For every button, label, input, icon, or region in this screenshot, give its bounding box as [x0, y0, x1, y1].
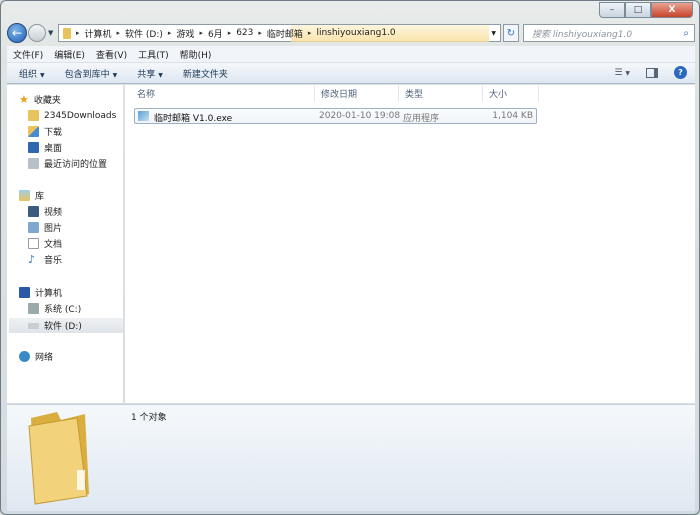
- star-icon: ★: [19, 93, 29, 106]
- file-name: 临时邮箱 V1.0.exe: [154, 114, 233, 124]
- column-name[interactable]: 名称: [131, 85, 315, 102]
- search-placeholder: 搜索 linshiyouxiang1.0: [532, 29, 633, 40]
- file-type: 应用程序: [403, 114, 440, 124]
- document-icon: [28, 238, 39, 249]
- drive-icon: [28, 322, 39, 329]
- breadcrumb-games[interactable]: 游戏: [176, 27, 194, 40]
- menu-help[interactable]: 帮助(H): [180, 48, 212, 61]
- item-count: 1 个对象: [131, 413, 167, 423]
- organize-button[interactable]: 组织 ▼: [19, 67, 45, 80]
- file-row[interactable]: 临时邮箱 V1.0.exe 2020-01-10 19:08 应用程序 1,10…: [134, 108, 537, 124]
- breadcrumb-temp-mail[interactable]: 临时邮箱: [267, 27, 303, 40]
- minimize-button[interactable]: –: [599, 2, 625, 18]
- breadcrumb-current[interactable]: linshiyouxiang1.0: [316, 28, 395, 38]
- search-input[interactable]: 搜索 linshiyouxiang1.0 ⌕: [523, 24, 695, 42]
- folder-icon: [28, 412, 89, 505]
- folder-icon: [28, 110, 39, 121]
- address-bar[interactable]: ▸ 计算机 ▸ 软件 (D:) ▸ 游戏 ▸ 6月 ▸ 623 ▸ 临时邮箱 ▸ linsh…: [58, 24, 501, 42]
- music-icon: ♪: [28, 253, 36, 266]
- breadcrumb-drive-d[interactable]: 软件 (D:): [125, 27, 163, 40]
- back-button[interactable]: ←: [7, 23, 27, 43]
- computer-icon: [19, 287, 30, 298]
- nav-downloads[interactable]: 下载: [28, 124, 62, 139]
- command-bar: 组织 ▼ 包含到库中 ▼ 共享 ▼ 新建文件夹 ☰ ▼ ?: [7, 63, 695, 84]
- nav-favorites[interactable]: ★ 收藏夹: [19, 92, 61, 107]
- forward-button[interactable]: [28, 24, 46, 42]
- preview-pane-icon[interactable]: [646, 67, 658, 78]
- file-size: 1,104 KB: [492, 111, 533, 121]
- video-icon: [28, 206, 39, 217]
- recent-pages-dropdown[interactable]: ▼: [48, 29, 53, 37]
- file-date: 2020-01-10 19:08: [319, 111, 401, 121]
- address-dropdown-icon[interactable]: ▼: [491, 30, 496, 37]
- nav-network[interactable]: 网络: [19, 349, 53, 364]
- menu-bar: 文件(F) 编辑(E) 查看(V) 工具(T) 帮助(H): [7, 46, 695, 63]
- refresh-button[interactable]: ↻: [503, 24, 519, 42]
- new-folder-button[interactable]: 新建文件夹: [183, 67, 228, 80]
- breadcrumb-june[interactable]: 6月: [208, 27, 223, 40]
- nav-computer[interactable]: 计算机: [19, 285, 62, 300]
- nav-recent-places[interactable]: 最近访问的位置: [28, 156, 107, 171]
- file-list: 名称 修改日期 类型 大小 临时邮箱 V1.0.exe 2020-01-10 1…: [125, 85, 695, 403]
- window-controls: – □ X: [599, 2, 693, 18]
- library-icon: [19, 190, 30, 201]
- nav-documents[interactable]: 文档: [28, 236, 62, 251]
- nav-videos[interactable]: 视频: [28, 204, 62, 219]
- nav-drive-c[interactable]: 系统 (C:): [28, 301, 81, 316]
- nav-libraries[interactable]: 库: [19, 188, 44, 203]
- recent-places-icon: [28, 158, 39, 169]
- navigation-pane: ★ 收藏夹 2345Downloads 下载 桌面 最近访问的位置 库 视频 图片…: [7, 85, 124, 403]
- menu-file[interactable]: 文件(F): [13, 48, 43, 61]
- search-icon[interactable]: ⌕: [683, 28, 689, 39]
- nav-2345downloads[interactable]: 2345Downloads: [28, 108, 116, 123]
- column-type[interactable]: 类型: [399, 85, 483, 102]
- close-button[interactable]: X: [651, 2, 693, 18]
- menu-view[interactable]: 查看(V): [96, 48, 127, 61]
- share-button[interactable]: 共享 ▼: [137, 67, 163, 80]
- nav-drive-d[interactable]: 软件 (D:): [28, 318, 82, 333]
- system-drive-icon: [28, 303, 39, 314]
- menu-tools[interactable]: 工具(T): [138, 48, 169, 61]
- explorer-window: – □ X ← ▼ ▸ 计算机 ▸ 软件 (D:) ▸ 游戏 ▸ 6月 ▸ 623 ▸ 临…: [0, 0, 700, 515]
- pictures-icon: [28, 222, 39, 233]
- column-size[interactable]: 大小: [483, 85, 539, 102]
- details-pane: 1 个对象: [7, 404, 695, 511]
- column-date[interactable]: 修改日期: [315, 85, 399, 102]
- arrow-left-icon: ←: [11, 26, 23, 40]
- network-icon: [19, 351, 30, 362]
- folder-icon: [63, 27, 71, 39]
- breadcrumb-623[interactable]: 623: [236, 28, 253, 38]
- menu-edit[interactable]: 编辑(E): [54, 48, 85, 61]
- nav-desktop[interactable]: 桌面: [28, 140, 62, 155]
- nav-pictures[interactable]: 图片: [28, 220, 62, 235]
- view-options-icon[interactable]: ☰ ▼: [614, 68, 630, 78]
- desktop-icon: [28, 142, 39, 153]
- downloads-folder-icon: [28, 126, 39, 137]
- include-in-library-button[interactable]: 包含到库中 ▼: [65, 67, 118, 80]
- help-icon[interactable]: ?: [674, 66, 687, 79]
- nav-music[interactable]: ♪ 音乐: [28, 252, 62, 267]
- breadcrumb-computer[interactable]: 计算机: [85, 27, 112, 40]
- application-icon: [138, 111, 149, 121]
- maximize-button[interactable]: □: [625, 2, 651, 18]
- refresh-icon: ↻: [506, 27, 516, 39]
